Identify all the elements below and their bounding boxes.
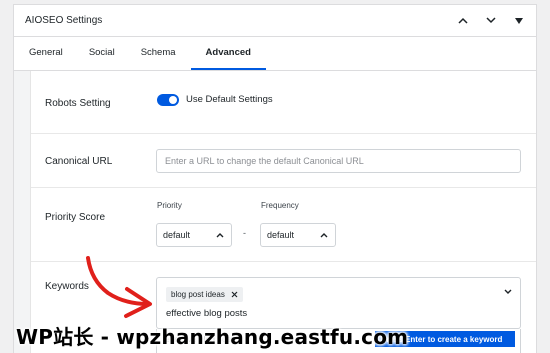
frequency-select[interactable]: default: [260, 223, 336, 247]
priority-separator: -: [243, 228, 246, 238]
frequency-select-value: default: [267, 230, 295, 240]
tab-schema[interactable]: Schema: [128, 37, 189, 70]
frequency-label: Frequency: [261, 201, 299, 210]
robots-setting-label: Robots Setting: [45, 98, 111, 109]
chevron-down-icon[interactable]: [504, 289, 512, 295]
watermark-text: WP站长 - wpzhanzhang.eastfu.com: [16, 324, 409, 349]
close-icon[interactable]: [231, 291, 238, 298]
keyword-chip: blog post ideas: [166, 287, 243, 302]
panel-header: AIOSEO Settings: [14, 5, 536, 37]
tab-general[interactable]: General: [16, 37, 76, 70]
keyword-chip-label: blog post ideas: [171, 290, 225, 299]
panel-header-controls: [456, 14, 526, 28]
keywords-label: Keywords: [45, 281, 89, 292]
priority-score-row: Priority Score Priority default - Freque…: [31, 188, 536, 262]
toggle-panel-icon[interactable]: [512, 14, 526, 28]
use-default-settings-toggle[interactable]: [157, 94, 179, 106]
settings-tabs: General Social Schema Advanced: [14, 37, 536, 71]
tab-advanced[interactable]: Advanced: [190, 37, 266, 70]
panel-title: AIOSEO Settings: [25, 15, 103, 26]
chevron-down-icon[interactable]: [484, 14, 498, 28]
tab-social[interactable]: Social: [76, 37, 128, 70]
robots-setting-row: Robots Setting Use Default Settings: [31, 71, 536, 134]
use-default-settings-label: Use Default Settings: [186, 94, 273, 105]
chevron-up-icon[interactable]: [456, 14, 470, 28]
keyword-typed-text: effective blog posts: [166, 308, 248, 319]
canonical-url-input[interactable]: Enter a URL to change the default Canoni…: [156, 149, 521, 173]
priority-label: Priority: [157, 201, 182, 210]
priority-select[interactable]: default: [156, 223, 232, 247]
priority-select-value: default: [163, 230, 191, 240]
aioseo-settings-panel: AIOSEO Settings General Social Schema Ad…: [13, 4, 537, 353]
chevron-up-icon: [216, 233, 224, 238]
advanced-settings: Robots Setting Use Default Settings Cano…: [30, 71, 536, 353]
canonical-url-label: Canonical URL: [45, 156, 113, 167]
tab-content: Robots Setting Use Default Settings Cano…: [14, 71, 536, 353]
chevron-up-icon: [320, 233, 328, 238]
priority-score-label: Priority Score: [45, 212, 106, 223]
canonical-url-row: Canonical URL Enter a URL to change the …: [31, 134, 536, 188]
